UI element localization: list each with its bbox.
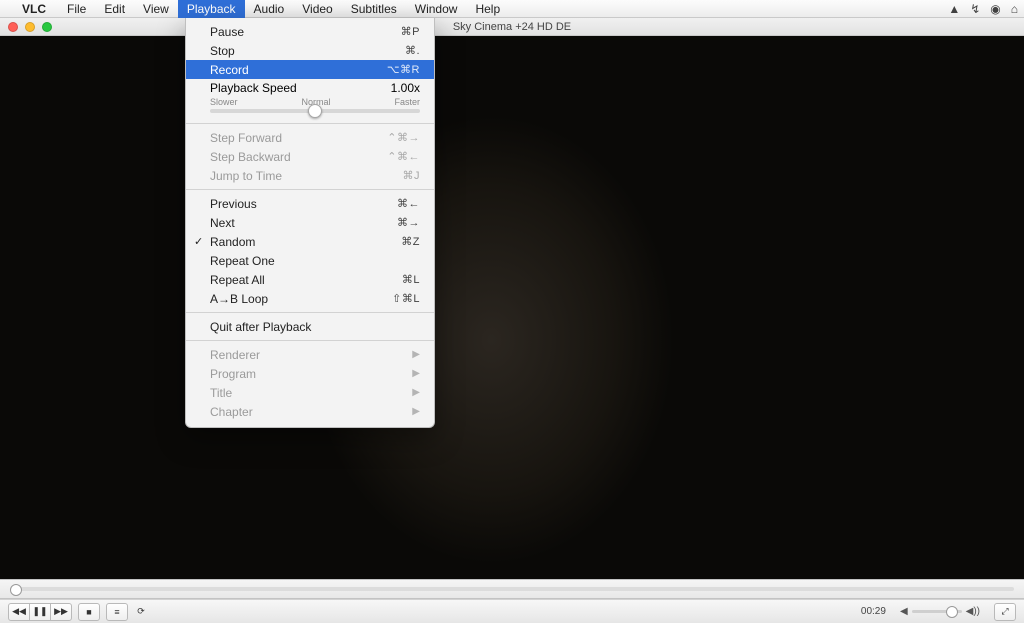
next-button[interactable]: ▶▶ [50, 603, 72, 621]
pause-button[interactable]: ❚❚ [29, 603, 51, 621]
close-window-button[interactable] [8, 22, 18, 32]
playback-speed-slider[interactable] [210, 109, 420, 113]
app-icon[interactable]: ⌂ [1011, 2, 1018, 16]
menubar-app-name[interactable]: VLC [14, 2, 54, 16]
playback-dropdown: Pause⌘P Stop⌘. Record⌥⌘R Playback Speed … [185, 18, 435, 428]
stop-button[interactable]: ■ [78, 603, 100, 621]
prev-button[interactable]: ◀◀ [8, 603, 30, 621]
vlc-window: Sky Cinema +24 HD DE ◀◀ ❚❚ ▶▶ ■ ≡ ⟳ 00:2… [0, 18, 1024, 623]
window-titlebar: Sky Cinema +24 HD DE [0, 18, 1024, 36]
menu-separator [186, 312, 434, 313]
menu-step-backward: Step Backward⌃⌘← [186, 147, 434, 166]
submenu-arrow-icon: ▶ [412, 387, 420, 398]
minimize-window-button[interactable] [25, 22, 35, 32]
menubar-item-audio[interactable]: Audio [245, 0, 294, 18]
menu-separator [186, 123, 434, 124]
vlc-cone-icon[interactable]: ▲ [948, 2, 960, 16]
menubar-item-window[interactable]: Window [406, 0, 467, 18]
menu-record[interactable]: Record⌥⌘R [186, 60, 434, 79]
fullscreen-button[interactable]: ⤢ [994, 603, 1016, 621]
menu-previous[interactable]: Previous⌘← [186, 194, 434, 213]
volume-high-icon[interactable]: ◀)) [966, 606, 980, 617]
menu-next[interactable]: Next⌘→ [186, 213, 434, 232]
menubar-item-subtitles[interactable]: Subtitles [342, 0, 406, 18]
seek-bar[interactable] [10, 587, 1014, 591]
playback-button-group: ◀◀ ❚❚ ▶▶ [8, 603, 72, 621]
volume-slider[interactable] [912, 610, 962, 613]
video-viewport[interactable] [0, 36, 1024, 579]
menubar-item-file[interactable]: File [58, 0, 95, 18]
menu-program[interactable]: Program▶ [186, 364, 434, 383]
menubar-item-view[interactable]: View [134, 0, 178, 18]
menu-step-forward: Step Forward⌃⌘→ [186, 128, 434, 147]
submenu-arrow-icon: ▶ [412, 406, 420, 417]
menubar-status-icons: ▲ ↯ ◉ ⌂ [948, 2, 1018, 16]
seek-bar-row [0, 579, 1024, 599]
submenu-arrow-icon: ▶ [412, 349, 420, 360]
menu-playback-speed[interactable]: Playback Speed 1.00x Slower Normal Faste… [186, 79, 434, 119]
menubar-item-help[interactable]: Help [466, 0, 509, 18]
menu-separator [186, 340, 434, 341]
menu-separator [186, 189, 434, 190]
video-frame [0, 36, 1024, 579]
submenu-arrow-icon: ▶ [412, 368, 420, 379]
zoom-window-button[interactable] [42, 22, 52, 32]
transport-controls: ◀◀ ❚❚ ▶▶ ■ ≡ ⟳ 00:29 ◀ ◀)) ⤢ [0, 599, 1024, 623]
macos-menubar: VLC File Edit View Playback Audio Video … [0, 0, 1024, 18]
menu-title[interactable]: Title▶ [186, 383, 434, 402]
repeat-icon[interactable]: ⟳ [134, 603, 148, 621]
menubar-item-edit[interactable]: Edit [95, 0, 134, 18]
sync-icon[interactable]: ↯ [970, 2, 980, 16]
menu-repeat-all[interactable]: Repeat All⌘L [186, 270, 434, 289]
menu-pause[interactable]: Pause⌘P [186, 22, 434, 41]
menu-chapter[interactable]: Chapter▶ [186, 402, 434, 421]
menubar-item-playback[interactable]: Playback [178, 0, 245, 18]
menu-stop[interactable]: Stop⌘. [186, 41, 434, 60]
volume-low-icon[interactable]: ◀ [900, 606, 908, 617]
menu-renderer[interactable]: Renderer▶ [186, 345, 434, 364]
checkmark-icon: ✓ [194, 235, 203, 248]
elapsed-time: 00:29 [861, 606, 886, 617]
volume-control: ◀ ◀)) [900, 606, 980, 617]
cloud-icon[interactable]: ◉ [990, 2, 1000, 16]
menu-random[interactable]: ✓ Random⌘Z [186, 232, 434, 251]
menu-quit-after-playback[interactable]: Quit after Playback [186, 317, 434, 336]
traffic-lights [8, 22, 52, 32]
window-title: Sky Cinema +24 HD DE [0, 21, 1024, 33]
menu-ab-loop[interactable]: A→B Loop⇧⌘L [186, 289, 434, 308]
menu-jump-to-time: Jump to Time⌘J [186, 166, 434, 185]
playlist-button[interactable]: ≡ [106, 603, 128, 621]
menu-repeat-one[interactable]: Repeat One [186, 251, 434, 270]
menubar-item-video[interactable]: Video [293, 0, 341, 18]
